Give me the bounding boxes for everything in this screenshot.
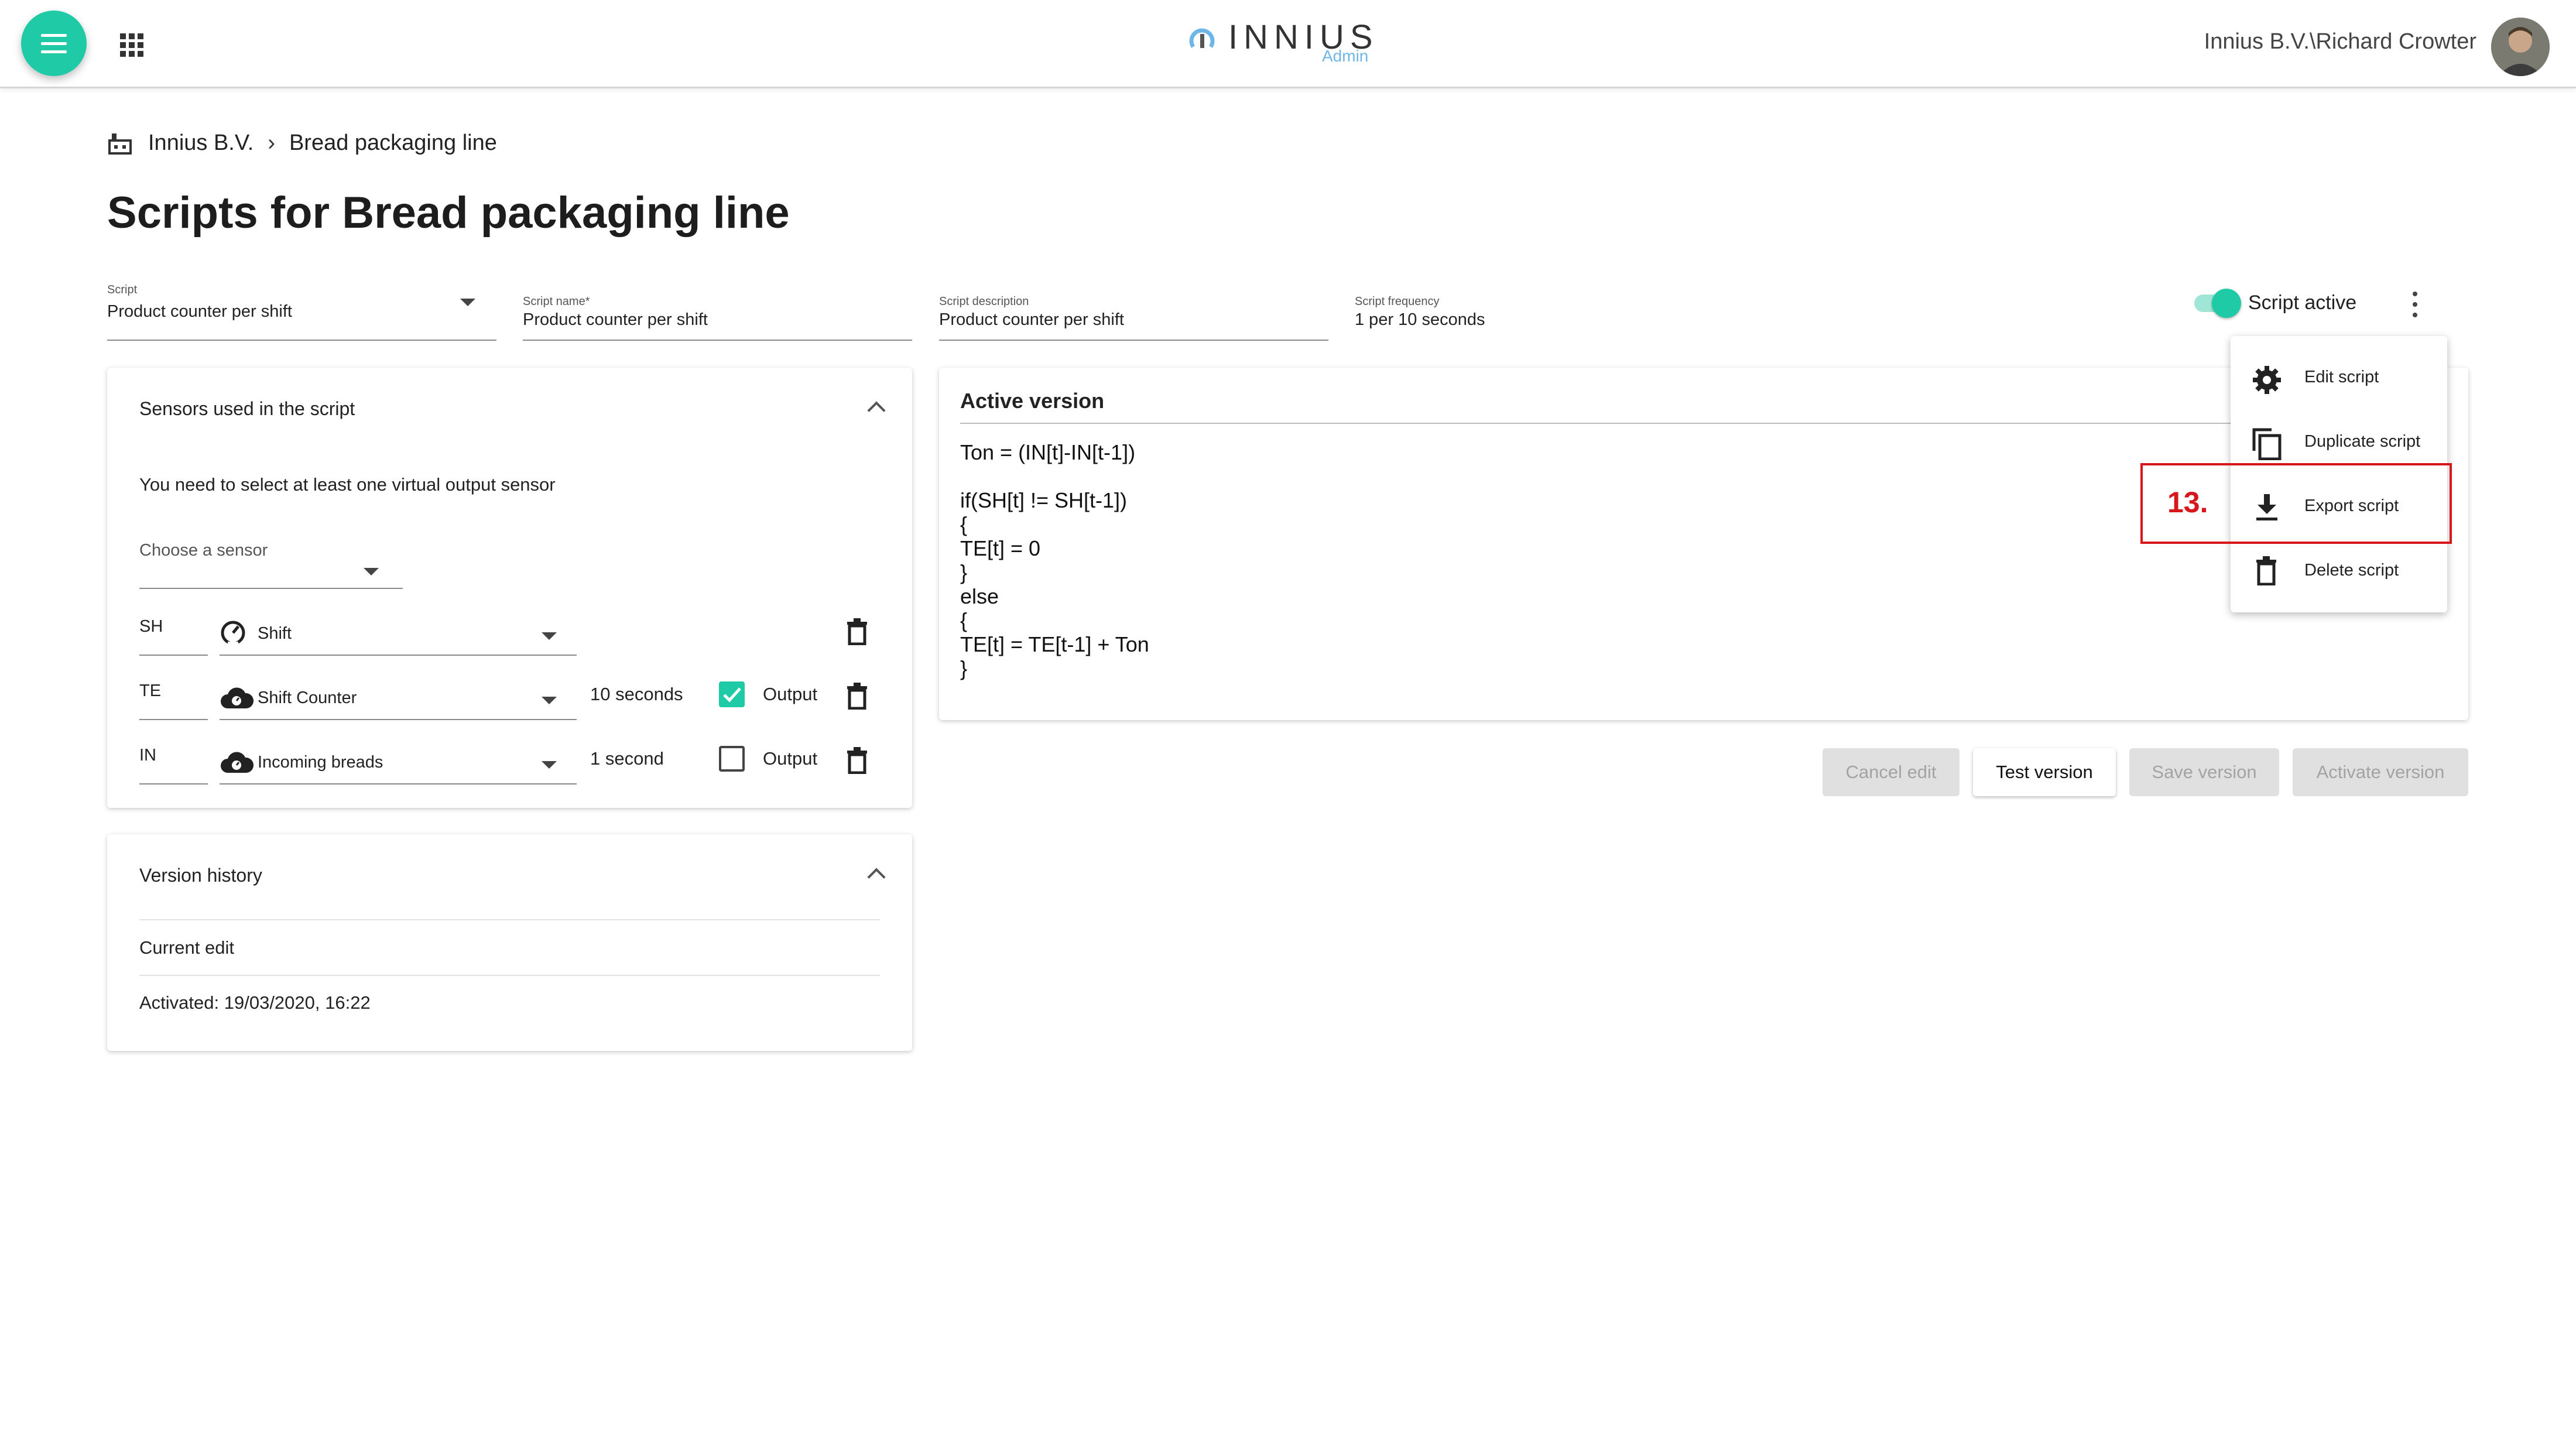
factory-icon: [108, 133, 132, 155]
checkbox-checked-icon[interactable]: [719, 681, 745, 707]
sensors-card-title: Sensors used in the script: [139, 398, 355, 419]
sensor-code-field[interactable]: IN: [139, 742, 208, 785]
version-history-card: Version history Current edit Activated: …: [107, 834, 912, 1051]
user-photo-icon: [2491, 18, 2550, 76]
menu-item-label: Duplicate script: [2304, 432, 2421, 451]
sensor-select[interactable]: Shift: [220, 614, 577, 656]
code-line: TE[t] = 0: [960, 536, 1041, 560]
cancel-edit-button[interactable]: Cancel edit: [1823, 748, 1960, 796]
apps-grid-icon[interactable]: [120, 33, 143, 57]
divider: [139, 975, 880, 976]
user-name[interactable]: Innius B.V.\Richard Crowter: [2204, 29, 2476, 54]
gear-icon: [2253, 366, 2281, 394]
more-vert-icon[interactable]: [2406, 290, 2424, 319]
sensor-notice: You need to select at least one virtual …: [139, 474, 556, 495]
choose-sensor-label: Choose a sensor: [139, 541, 268, 560]
trash-icon[interactable]: [846, 747, 868, 774]
divider: [139, 919, 880, 920]
sensor-code-field[interactable]: SH: [139, 614, 208, 656]
breadcrumb-current: Bread packaging line: [289, 130, 497, 155]
divider: [960, 423, 2447, 424]
chevron-up-icon[interactable]: [867, 868, 886, 886]
sensor-code-field[interactable]: TE: [139, 678, 208, 720]
script-frequency-value: 1 per 10 seconds: [1355, 310, 1485, 329]
code-line: {: [960, 608, 968, 632]
menu-item-edit-script[interactable]: Edit script: [2231, 345, 2447, 410]
breadcrumb-org[interactable]: Innius B.V.: [148, 131, 254, 156]
chevron-down-icon: [542, 697, 557, 704]
copy-icon: [2252, 428, 2282, 460]
active-version-title: Active version: [960, 389, 1105, 413]
activate-version-button[interactable]: Activate version: [2293, 748, 2468, 796]
output-label: Output: [763, 748, 818, 769]
script-active-label: Script active: [2248, 292, 2357, 314]
sensor-interval: 1 second: [590, 748, 664, 769]
breadcrumb: Innius B.V. › Bread packaging line: [107, 130, 497, 156]
checkbox-unchecked-icon[interactable]: [719, 746, 745, 772]
version-activated[interactable]: Activated: 19/03/2020, 16:22: [139, 992, 371, 1013]
script-name-field[interactable]: Script name* Product counter per shift: [523, 293, 912, 341]
trash-icon[interactable]: [846, 618, 868, 645]
chevron-down-icon: [542, 632, 557, 640]
sensor-code: IN: [139, 746, 156, 765]
script-select-value: Product counter per shift: [107, 302, 292, 321]
hamburger-icon-line: [41, 50, 67, 53]
script-select[interactable]: Script Product counter per shift: [107, 280, 496, 341]
save-version-button[interactable]: Save version: [2129, 748, 2279, 796]
sensor-interval: 10 seconds: [590, 684, 683, 704]
sensors-card: Sensors used in the script You need to s…: [107, 368, 912, 808]
code-line: }: [960, 656, 968, 680]
sensor-code: SH: [139, 617, 163, 636]
annotation-step-number: 13.: [2167, 486, 2208, 519]
page-title: Scripts for Bread packaging line: [107, 188, 790, 238]
chevron-right-icon: ›: [268, 130, 275, 155]
avatar[interactable]: [2491, 18, 2550, 76]
sensor-name: Shift Counter: [258, 688, 357, 707]
logo-subtitle: Admin: [1322, 47, 1369, 65]
script-name-label: Script name*: [523, 295, 590, 308]
script-frequency: Script frequency 1 per 10 seconds: [1355, 293, 1647, 340]
code-line: TE[t] = TE[t-1] + Ton: [960, 632, 1149, 656]
hamburger-icon: [41, 34, 67, 37]
code-line: else: [960, 584, 999, 608]
menu-fab-button[interactable]: [21, 11, 87, 76]
gauge-icon: [221, 621, 245, 645]
sensor-code: TE: [139, 681, 162, 700]
script-name-value: Product counter per shift: [523, 310, 708, 329]
sensor-select[interactable]: Shift Counter: [220, 678, 577, 720]
trash-icon: [2256, 556, 2276, 585]
sensor-select[interactable]: Incoming breads: [220, 742, 577, 785]
sensor-name: Incoming breads: [258, 753, 383, 772]
menu-item-label: Delete script: [2304, 561, 2399, 580]
script-frequency-label: Script frequency: [1355, 295, 1440, 308]
script-description-field[interactable]: Script description Product counter per s…: [939, 293, 1328, 341]
script-description-value: Product counter per shift: [939, 310, 1124, 329]
script-description-label: Script description: [939, 295, 1029, 308]
test-version-button[interactable]: Test version: [1973, 748, 2116, 796]
code-line: {: [960, 512, 968, 536]
choose-sensor-select[interactable]: Choose a sensor: [139, 537, 403, 589]
code-line: if(SH[t] != SH[t-1]): [960, 488, 1128, 512]
toggle-knob[interactable]: [2212, 289, 2241, 318]
chevron-down-icon: [542, 761, 557, 769]
logo-mark-icon: [1189, 28, 1215, 48]
hamburger-icon-line: [41, 42, 67, 45]
output-label: Output: [763, 684, 818, 704]
version-history-title: Version history: [139, 865, 262, 886]
menu-item-label: Edit script: [2304, 368, 2379, 386]
chevron-up-icon[interactable]: [867, 401, 886, 420]
menu-item-delete-script[interactable]: Delete script: [2231, 539, 2447, 603]
cloud-icon: [221, 752, 254, 773]
code-line: }: [960, 560, 968, 584]
chevron-down-icon: [364, 568, 379, 576]
script-code[interactable]: Ton = (IN[t]-IN[t-1]) if(SH[t] != SH[t-1…: [960, 440, 1149, 680]
version-current-edit[interactable]: Current edit: [139, 937, 234, 958]
trash-icon[interactable]: [846, 683, 868, 710]
cloud-icon: [221, 687, 254, 708]
code-line: Ton = (IN[t]-IN[t-1]): [960, 440, 1136, 464]
chevron-down-icon: [460, 299, 475, 306]
sensor-name: Shift: [258, 624, 292, 643]
script-select-label: Script: [107, 283, 138, 296]
